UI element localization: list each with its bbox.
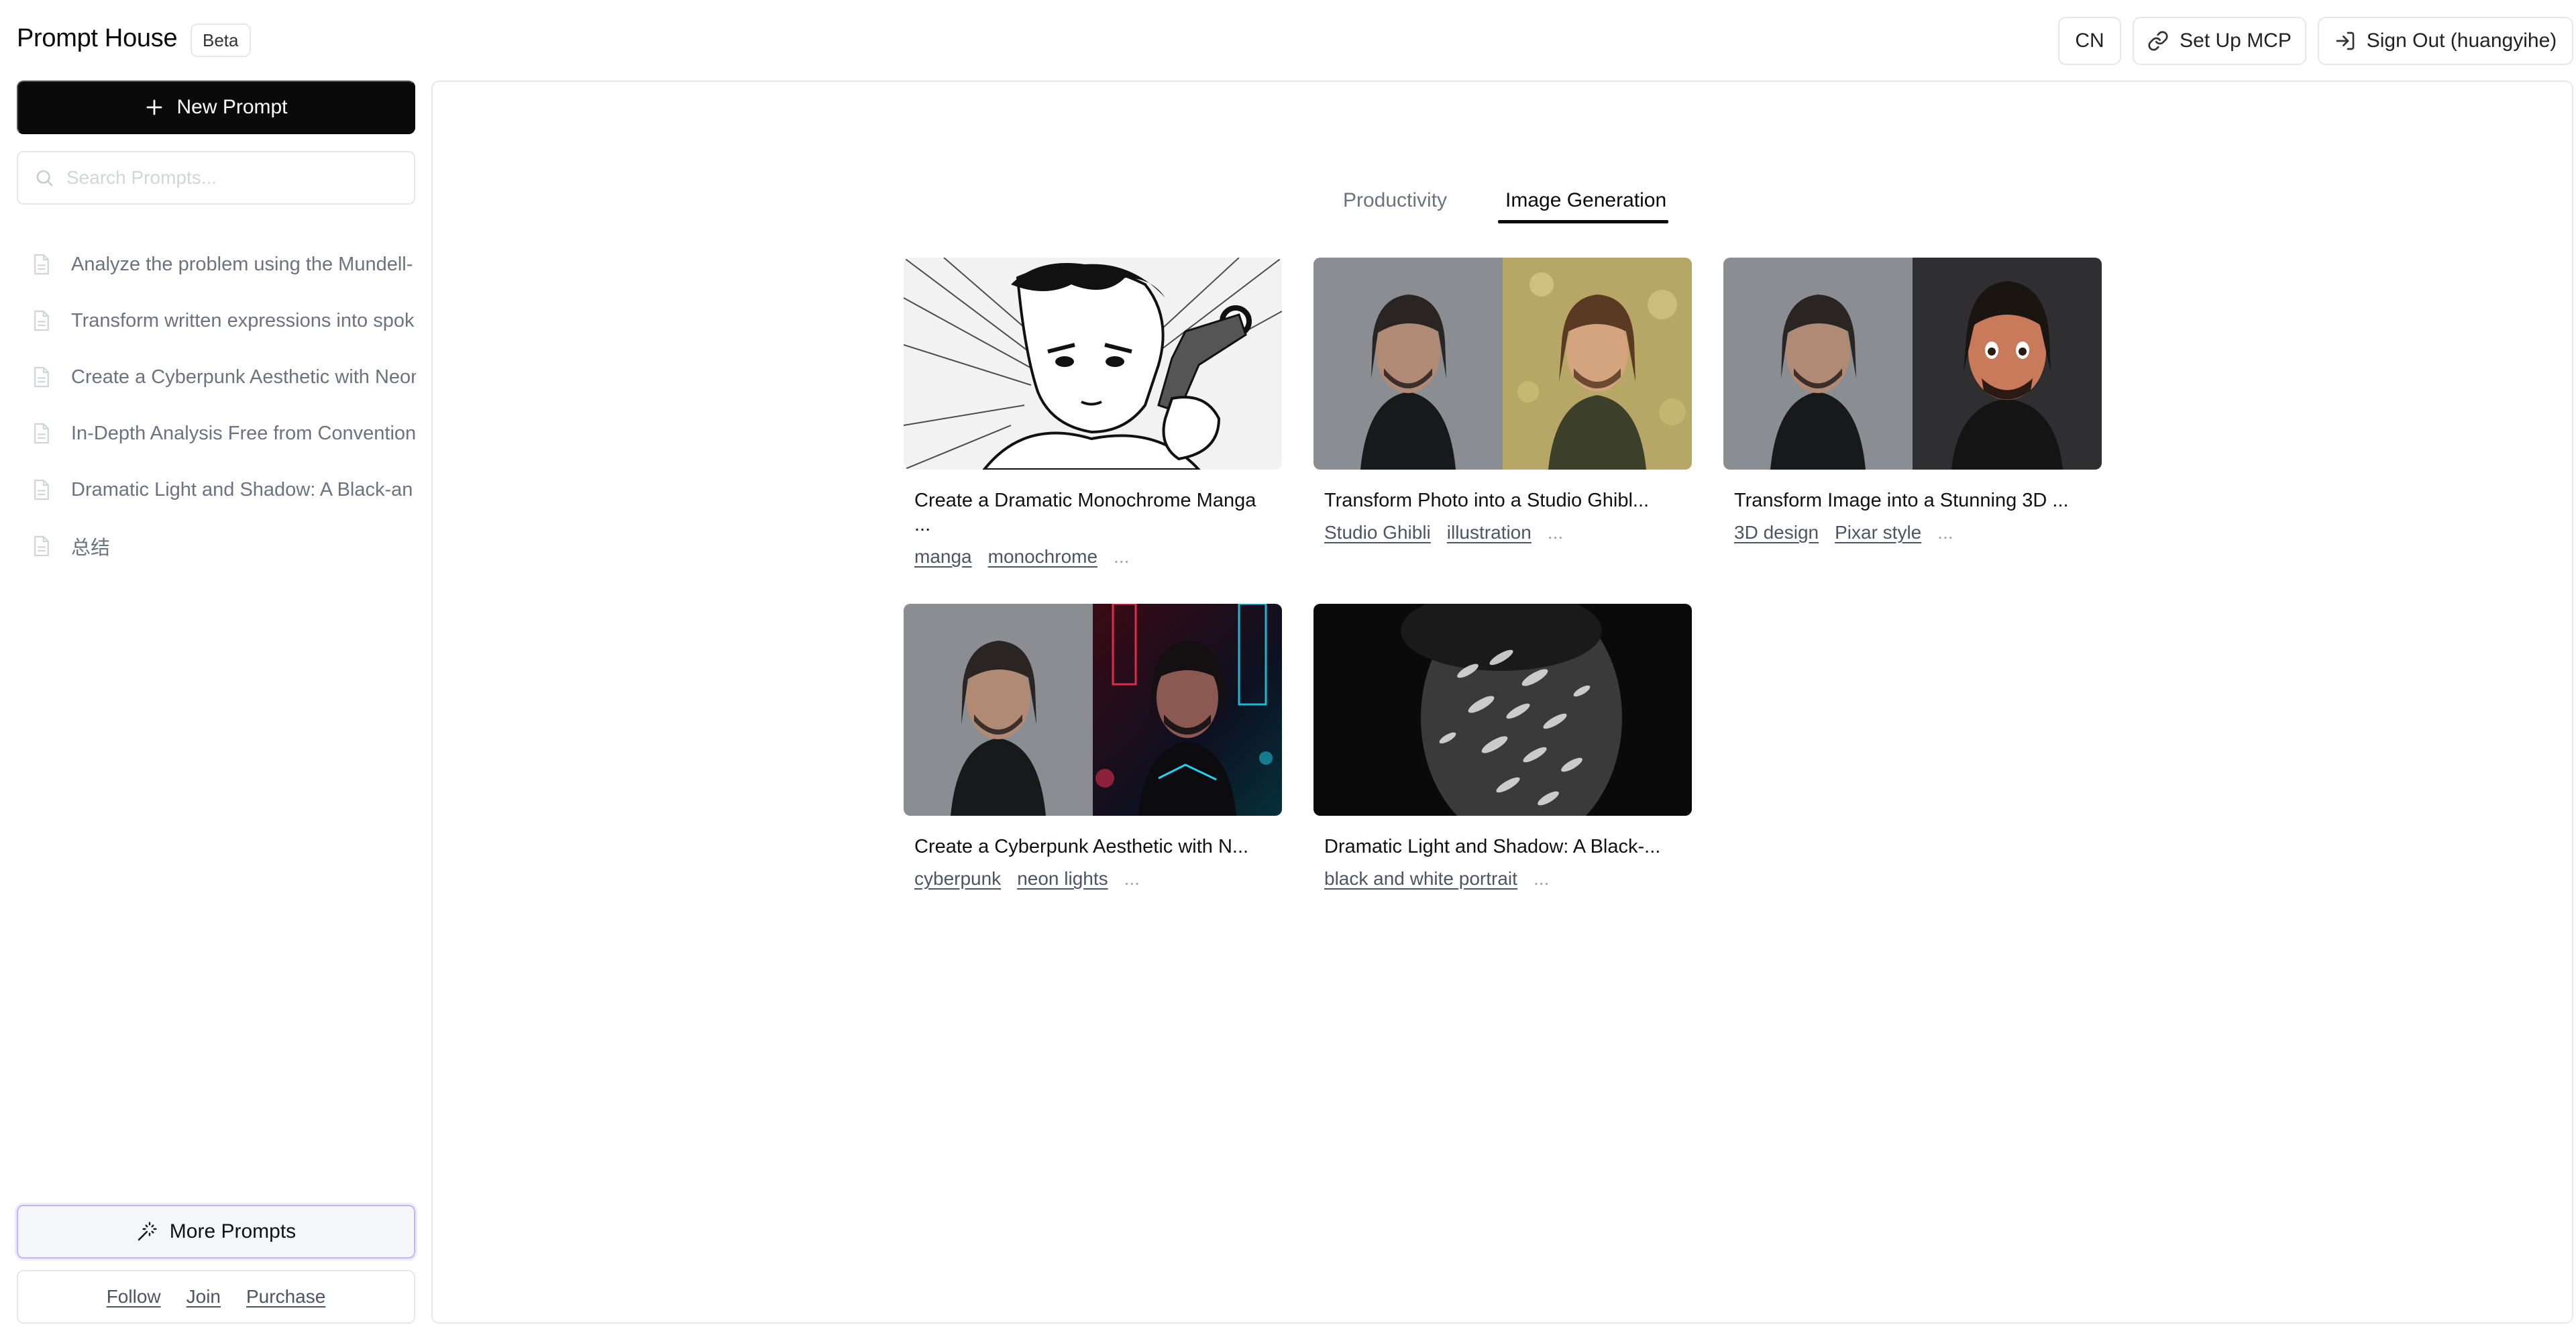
search-input[interactable] <box>66 167 402 189</box>
card-tags: 3D design Pixar style ... <box>1734 522 2091 543</box>
new-prompt-label: New Prompt <box>176 96 288 118</box>
language-toggle-button[interactable]: CN <box>2058 17 2121 65</box>
sign-out-icon <box>2336 32 2355 50</box>
card-thumbnail-3d[interactable] <box>1723 258 2102 470</box>
tag-link[interactable]: black and white portrait <box>1324 868 1517 890</box>
tag-link[interactable]: monochrome <box>988 546 1097 568</box>
card-tags: manga monochrome ... <box>914 546 1271 568</box>
document-icon <box>34 423 49 444</box>
card-tags: black and white portrait ... <box>1324 868 1681 890</box>
tab-productivity[interactable]: Productivity <box>1343 189 1447 224</box>
set-up-mcp-button[interactable]: Set Up MCP <box>2133 17 2306 65</box>
document-icon <box>34 479 49 500</box>
prompt-list-item[interactable]: In-Depth Analysis Free from Convention <box>32 405 416 462</box>
card-title[interactable]: Transform Photo into a Studio Ghibl... <box>1324 488 1681 513</box>
sparkles-icon <box>138 1222 157 1241</box>
more-tags-indicator[interactable]: ... <box>1548 522 1563 543</box>
card-title[interactable]: Create a Dramatic Monochrome Manga ... <box>914 488 1263 537</box>
footer-links: Follow Join Purchase <box>17 1270 415 1324</box>
prompt-list-item-label: Create a Cyberpunk Aesthetic with Neon <box>71 366 416 388</box>
prompt-list-item[interactable]: Dramatic Light and Shadow: A Black-an <box>32 462 416 518</box>
prompt-list-item[interactable]: Create a Cyberpunk Aesthetic with Neon <box>32 349 416 405</box>
document-icon <box>34 535 49 557</box>
more-prompts-button[interactable]: More Prompts <box>17 1205 415 1259</box>
prompt-list-item-label: Transform written expressions into spok <box>71 309 415 331</box>
more-tags-indicator[interactable]: ... <box>1114 546 1129 568</box>
card-title[interactable]: Dramatic Light and Shadow: A Black-... <box>1324 835 1681 859</box>
card-title[interactable]: Transform Image into a Stunning 3D ... <box>1734 488 2091 513</box>
active-tab-indicator <box>1498 220 1668 223</box>
card-title[interactable]: Create a Cyberpunk Aesthetic with N... <box>914 835 1271 859</box>
prompt-card[interactable]: Transform Image into a Stunning 3D ... 3… <box>1723 258 2102 543</box>
more-tags-indicator[interactable]: ... <box>1534 868 1549 890</box>
document-icon <box>34 310 49 331</box>
prompt-list-item[interactable]: Analyze the problem using the Mundell- <box>32 236 416 292</box>
tag-link[interactable]: Pixar style <box>1835 522 1921 543</box>
follow-link[interactable]: Follow <box>107 1286 161 1308</box>
prompt-list-item-label: Dramatic Light and Shadow: A Black-an <box>71 478 413 500</box>
sign-out-label: Sign Out (huangyihe) <box>2366 30 2557 52</box>
tag-link[interactable]: neon lights <box>1017 868 1108 890</box>
prompt-list-item-label: In-Depth Analysis Free from Convention <box>71 422 416 444</box>
set-up-mcp-label: Set Up MCP <box>2180 30 2292 52</box>
more-prompts-label: More Prompts <box>169 1220 297 1242</box>
app-title: Prompt House <box>17 24 178 52</box>
more-tags-indicator[interactable]: ... <box>1124 868 1140 890</box>
document-icon <box>34 254 49 275</box>
prompt-list-item-label: Analyze the problem using the Mundell- <box>71 253 413 275</box>
purchase-link[interactable]: Purchase <box>246 1286 325 1308</box>
card-thumbnail-ghibli[interactable] <box>1313 258 1692 470</box>
card-thumbnail-cyberpunk[interactable] <box>904 604 1282 816</box>
sign-out-button[interactable]: Sign Out (huangyihe) <box>2318 17 2573 65</box>
link-icon <box>2148 31 2168 51</box>
prompt-card[interactable]: Transform Photo into a Studio Ghibl... S… <box>1313 258 1692 543</box>
prompt-card[interactable]: Create a Cyberpunk Aesthetic with N... c… <box>904 604 1282 890</box>
tag-link[interactable]: cyberpunk <box>914 868 1001 890</box>
prompt-list-item-label: 总结 <box>71 536 111 559</box>
language-toggle-label: CN <box>2075 30 2104 52</box>
document-icon <box>34 366 49 388</box>
tag-link[interactable]: illustration <box>1447 522 1532 543</box>
search-box <box>17 151 415 205</box>
search-icon <box>36 170 53 187</box>
prompt-card[interactable]: Dramatic Light and Shadow: A Black-... b… <box>1313 604 1692 890</box>
tag-link[interactable]: Studio Ghibli <box>1324 522 1431 543</box>
more-tags-indicator[interactable]: ... <box>1937 522 1953 543</box>
card-thumbnail-light-shadow[interactable] <box>1313 604 1692 816</box>
prompt-card[interactable]: Create a Dramatic Monochrome Manga ... m… <box>904 258 1282 568</box>
join-link[interactable]: Join <box>186 1286 221 1308</box>
card-thumbnail-manga[interactable] <box>904 258 1282 470</box>
new-prompt-button[interactable]: New Prompt <box>17 81 415 134</box>
tag-link[interactable]: 3D design <box>1734 522 1819 543</box>
prompt-list: Analyze the problem using the Mundell- T… <box>32 236 416 574</box>
plus-icon <box>147 99 162 115</box>
prompt-list-item[interactable]: 总结 <box>32 518 416 574</box>
tab-image-generation[interactable]: Image Generation <box>1505 189 1666 224</box>
prompt-list-item[interactable]: Transform written expressions into spok <box>32 292 416 349</box>
card-tags: cyberpunk neon lights ... <box>914 868 1271 890</box>
beta-badge: Beta <box>191 23 251 57</box>
tag-link[interactable]: manga <box>914 546 972 568</box>
card-tags: Studio Ghibli illustration ... <box>1324 522 1681 543</box>
